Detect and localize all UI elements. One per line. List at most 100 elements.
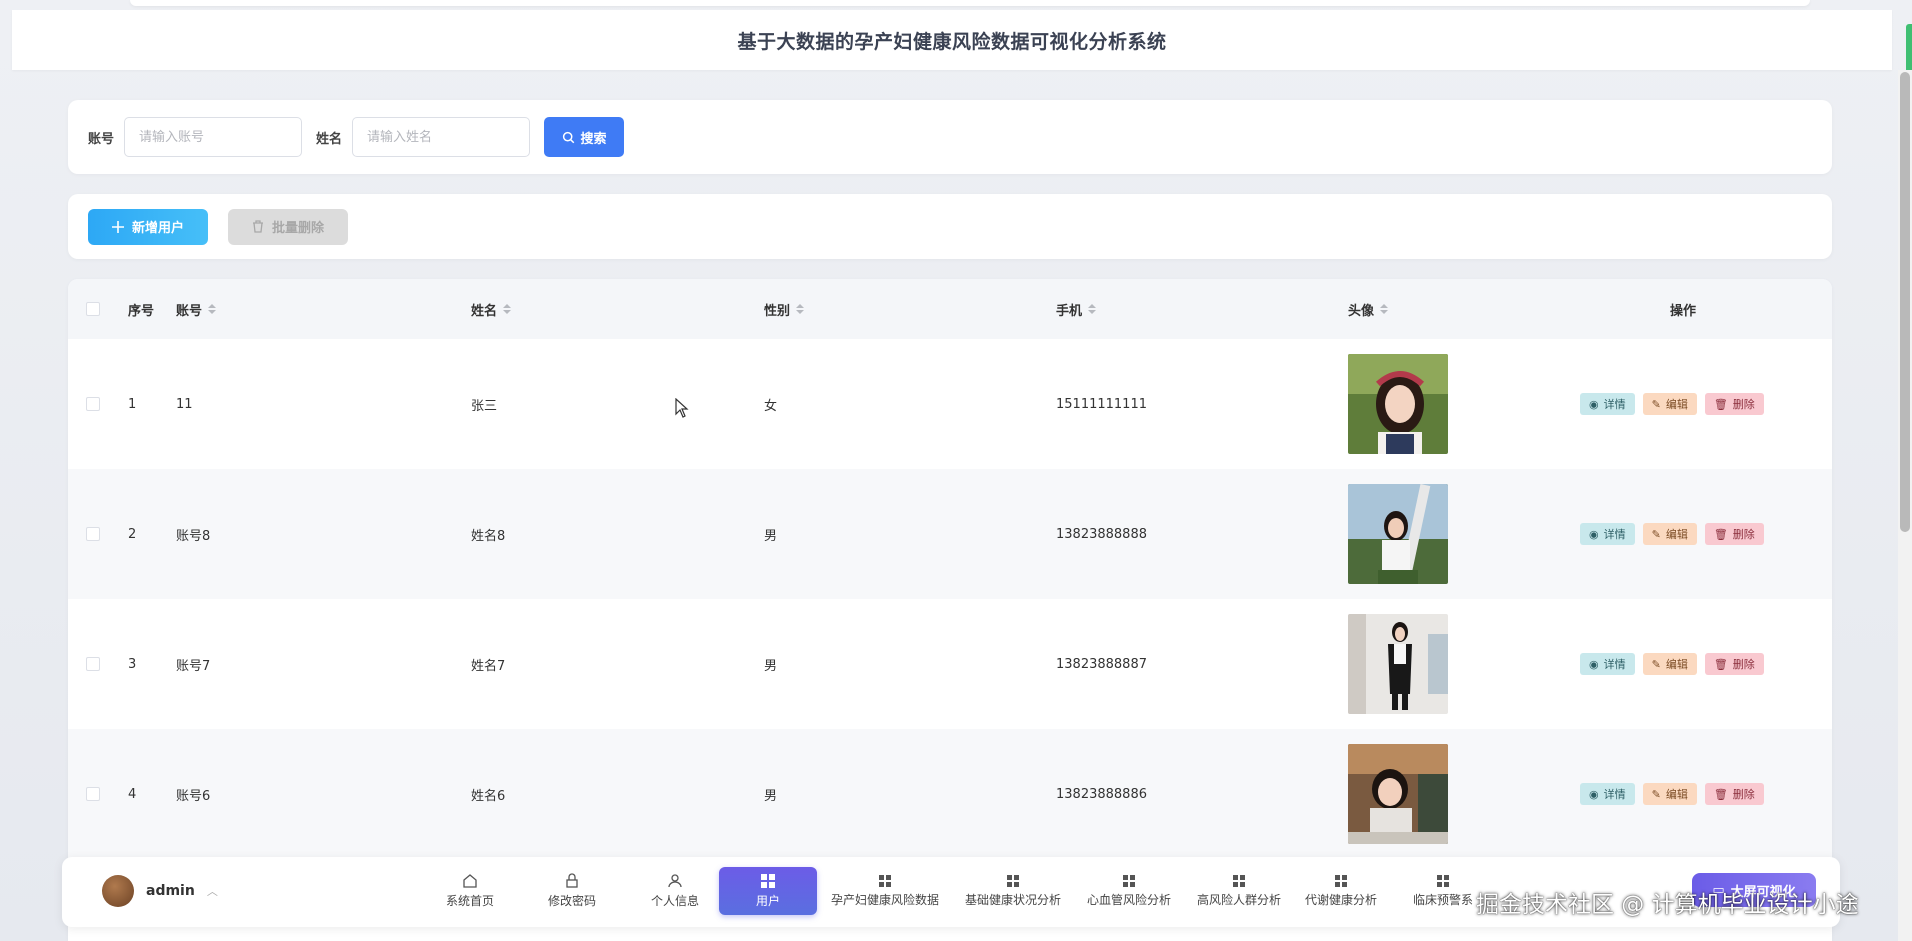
row-checkbox[interactable] [86,787,100,801]
action-panel: 新增用户 批量删除 [68,194,1832,259]
nav-change-password[interactable]: 修改密码 [532,867,612,915]
row-gender: 女 [764,398,778,414]
row-checkbox[interactable] [86,527,100,541]
edit-button[interactable]: ✎ 编辑 [1642,523,1697,545]
account-search-input[interactable] [124,117,303,157]
detail-button[interactable]: ◉ 详情 [1580,783,1635,805]
nav-home[interactable]: 系统首页 [430,867,510,915]
scrollbar-thumb[interactable] [1900,72,1910,532]
edit-button[interactable]: ✎ 编辑 [1642,393,1697,415]
col-phone[interactable]: 手机 [1056,279,1097,339]
row-gender: 男 [764,528,778,544]
trash-icon: 🗑 [1713,788,1728,801]
user-menu[interactable]: admin ︿ [102,875,218,907]
detail-button[interactable]: ◉ 详情 [1580,653,1635,675]
grid-icon [1007,874,1019,887]
row-checkbox[interactable] [86,657,100,671]
mouse-cursor-icon [675,398,689,418]
sort-icon[interactable] [1088,304,1097,314]
user-name: admin [146,883,195,899]
eye-icon: ◉ [1589,658,1599,671]
edit-button[interactable]: ✎ 编辑 [1642,653,1697,675]
user-avatar-photo[interactable] [1348,614,1448,714]
row-actions: ◉ 详情 ✎ 编辑 🗑 删除 [1580,339,1764,469]
col-avatar[interactable]: 头像 [1348,279,1389,339]
delete-button[interactable]: 🗑 删除 [1704,653,1764,675]
row-name: 姓名7 [471,658,506,674]
watermark: 掘金技术社区 @ 计算机毕业设计小途 [1476,892,1859,918]
col-gender-label: 性别 [764,303,791,319]
col-account[interactable]: 账号 [176,279,217,339]
eye-icon: ◉ [1589,398,1599,411]
avatar [102,875,134,907]
user-avatar-photo[interactable] [1348,354,1448,454]
row-name: 张三 [471,398,498,414]
search-button[interactable]: 搜索 [544,117,625,157]
user-table: 序号 账号 姓名 性别 手机 头像 操作 1 11 张三 女 151111111… [68,279,1832,941]
row-phone: 13823888887 [1056,656,1147,672]
table-row: 4 账号6 姓名6 男 13823888886 ◉ 详情 ✎ 编辑 🗑 删除 [68,729,1832,859]
delete-button[interactable]: 🗑 删除 [1704,783,1764,805]
user-avatar-photo[interactable] [1348,744,1448,844]
sort-icon[interactable] [1380,304,1389,314]
col-avatar-label: 头像 [1348,303,1375,319]
delete-button[interactable]: 🗑 删除 [1704,393,1764,415]
page-title: 基于大数据的孕产妇健康风险数据可视化分析系统 [737,30,1167,53]
nav-maternal-health-data[interactable]: 孕产妇健康风险数据 [826,867,944,915]
nav-profile[interactable]: 个人信息 [635,867,715,915]
edit-button[interactable]: ✎ 编辑 [1642,783,1697,805]
user-icon [668,874,682,888]
pencil-icon: ✎ [1651,528,1661,541]
table-row: 2 账号8 姓名8 男 13823888888 ◉ 详情 ✎ 编辑 🗑 删除 [68,469,1832,599]
add-user-button[interactable]: 新增用户 [88,208,208,245]
sort-icon[interactable] [503,304,512,314]
delete-button[interactable]: 🗑 删除 [1704,523,1764,545]
grid-icon [1233,874,1245,887]
table-row: 3 账号7 姓名7 男 13823888887 ◉ 详情 ✎ 编辑 🗑 删除 [68,599,1832,729]
nav-metabolic-analysis[interactable]: 代谢健康分析 [1300,867,1382,915]
row-gender: 男 [764,658,778,674]
search-icon [562,131,574,143]
search-button-label: 搜索 [580,130,607,146]
select-all-checkbox[interactable] [86,302,100,316]
col-name-label: 姓名 [471,303,498,319]
pencil-icon: ✎ [1651,658,1661,671]
col-name[interactable]: 姓名 [471,279,512,339]
row-checkbox[interactable] [86,397,100,411]
sort-icon[interactable] [208,304,217,314]
row-index: 2 [128,526,137,542]
home-icon [463,874,477,888]
row-index: 3 [128,656,137,672]
col-phone-label: 手机 [1056,303,1083,319]
row-actions: ◉ 详情 ✎ 编辑 🗑 删除 [1580,469,1764,599]
col-gender[interactable]: 性别 [764,279,805,339]
eye-icon: ◉ [1589,788,1599,801]
chevron-up-icon: ︿ [206,885,218,898]
nav-basic-health-analysis[interactable]: 基础健康状况分析 [958,867,1068,915]
col-index: 序号 [128,279,154,339]
table-header: 序号 账号 姓名 性别 手机 头像 操作 [68,279,1832,339]
plus-icon [111,220,124,233]
nav-clinical-alert[interactable]: 临床预警系 [1402,867,1484,915]
user-avatar-photo[interactable] [1348,484,1448,584]
pencil-icon: ✎ [1651,398,1661,411]
batch-delete-label: 批量删除 [271,220,324,235]
row-index: 4 [128,786,137,802]
detail-button[interactable]: ◉ 详情 [1580,523,1635,545]
table-row: 1 11 张三 女 15111111111 ◉ 详情 ✎ 编辑 🗑 删除 [68,339,1832,469]
nav-users[interactable]: 用户 [719,867,817,915]
batch-delete-button[interactable]: 批量删除 [228,208,348,245]
eye-icon: ◉ [1589,528,1599,541]
nav-cardiovascular-analysis[interactable]: 心血管风险分析 [1082,867,1176,915]
col-actions-label: 操作 [1670,303,1697,319]
grid-icon [879,874,891,887]
nav-high-risk-analysis[interactable]: 高风险人群分析 [1192,867,1286,915]
name-search-input[interactable] [352,117,531,157]
sort-icon[interactable] [796,304,805,314]
detail-button[interactable]: ◉ 详情 [1580,393,1635,415]
row-actions: ◉ 详情 ✎ 编辑 🗑 删除 [1580,729,1764,859]
row-name: 姓名8 [471,528,506,544]
lock-icon [566,873,578,888]
select-all-cell [86,279,100,339]
col-actions: 操作 [1670,279,1696,339]
